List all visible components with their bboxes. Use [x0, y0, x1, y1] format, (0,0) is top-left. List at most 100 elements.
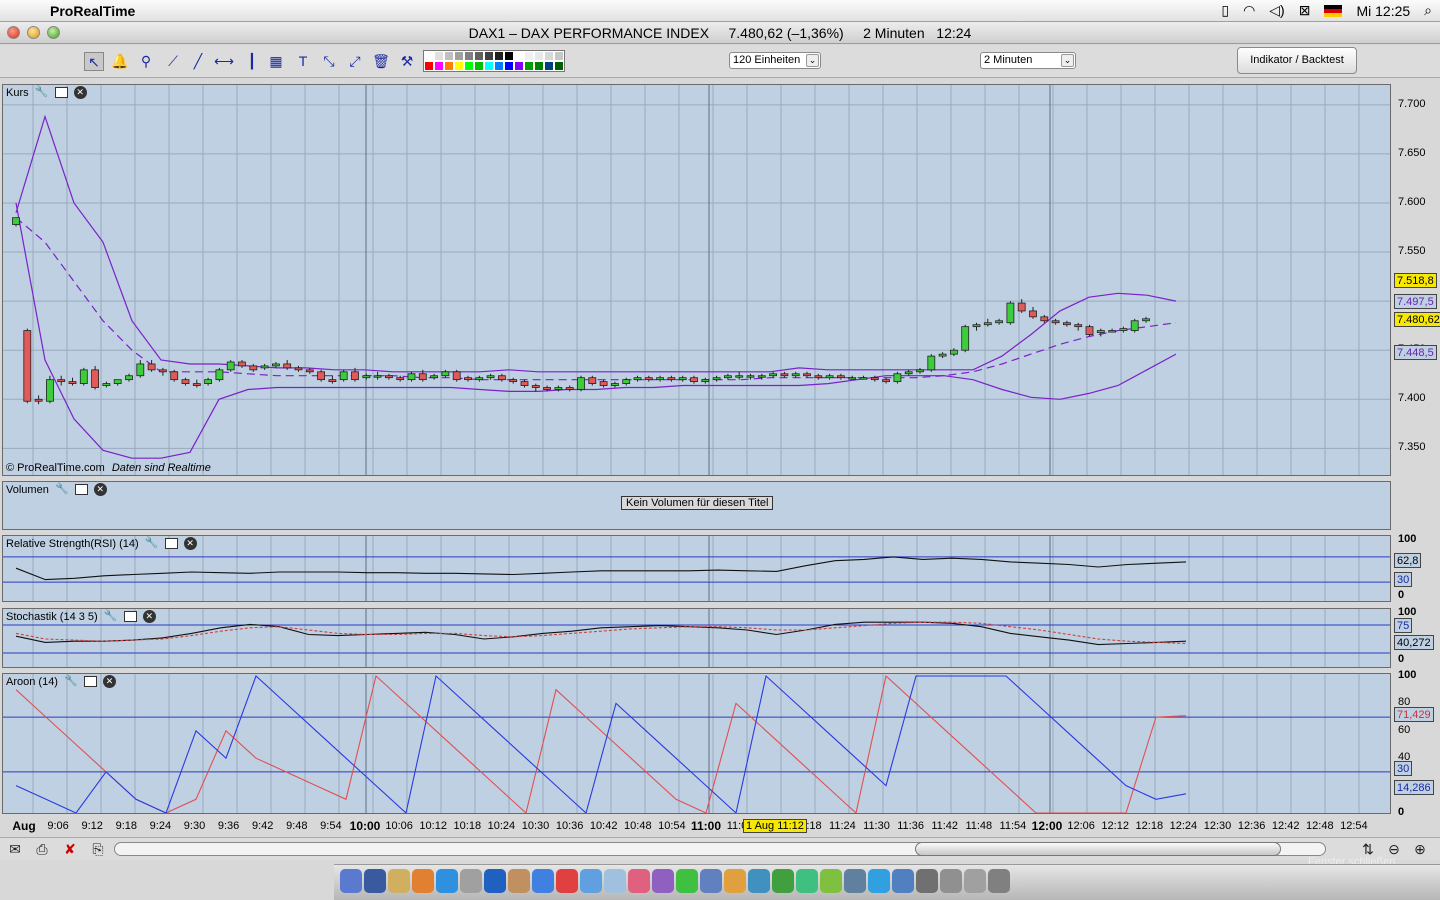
palette-swatch[interactable] [424, 61, 434, 71]
dock-app-icon[interactable] [436, 869, 458, 893]
keyboard-icon[interactable]: ⊠ [1299, 2, 1311, 19]
dock-app-icon[interactable] [868, 869, 890, 893]
palette-swatch[interactable] [514, 61, 524, 71]
volume-panel[interactable]: Volumen 🔧 ✕ Kein Volumen für diesen Tite… [2, 481, 1391, 530]
dock-app-icon[interactable] [628, 869, 650, 893]
dock-app-icon[interactable] [556, 869, 578, 893]
alarm-tool-icon[interactable]: 🔔 [110, 52, 130, 71]
aroon-panel[interactable]: Aroon (14) 🔧 ✕ [2, 673, 1391, 814]
palette-swatch[interactable] [464, 61, 474, 71]
dock-app-icon[interactable] [988, 869, 1010, 893]
dock-app-icon[interactable] [964, 869, 986, 893]
dock-app-icon[interactable] [724, 869, 746, 893]
wrench-icon[interactable]: 🔧 [35, 86, 49, 99]
spotlight-icon[interactable]: ⌕ [1424, 2, 1432, 19]
rsi-panel[interactable]: Relative Strength(RSI) (14) 🔧 ✕ [2, 535, 1391, 602]
dock-app-icon[interactable] [820, 869, 842, 893]
flag-icon[interactable] [1324, 4, 1343, 17]
price-chart[interactable] [3, 85, 1391, 476]
segment-tool-icon[interactable]: ⟋ [163, 52, 183, 71]
palette-swatch[interactable] [484, 61, 494, 71]
wifi-icon[interactable]: ◠ [1243, 2, 1255, 19]
dock-app-icon[interactable] [892, 869, 914, 893]
projection-tool-icon[interactable]: ⤢ [345, 52, 365, 71]
channel-tool-icon[interactable]: ▦ [266, 52, 286, 71]
tools-icon[interactable]: ⚒ [397, 52, 417, 71]
palette-swatch[interactable] [514, 51, 524, 61]
window-icon[interactable] [164, 538, 178, 549]
zoom-in-icon[interactable]: ⊕ [1410, 840, 1430, 859]
close-icon[interactable]: ✕ [102, 675, 116, 688]
window-icon[interactable] [83, 676, 97, 687]
palette-swatch[interactable] [474, 61, 484, 71]
palette-swatch[interactable] [444, 61, 454, 71]
palette-swatch[interactable] [534, 51, 544, 61]
palette-swatch[interactable] [554, 61, 564, 71]
stochastic-chart[interactable] [3, 609, 1391, 668]
mail-icon[interactable]: ✉ [5, 840, 25, 859]
pointer-tool-icon[interactable]: ↖ [84, 52, 104, 71]
fibonacci-tool-icon[interactable]: ⤡ [319, 52, 339, 71]
close-icon[interactable]: ✕ [142, 610, 156, 623]
palette-swatch[interactable] [424, 51, 434, 61]
palette-swatch[interactable] [494, 51, 504, 61]
dock-app-icon[interactable] [940, 869, 962, 893]
dock-app-icon[interactable] [772, 869, 794, 893]
palette-swatch[interactable] [474, 51, 484, 61]
palette-swatch[interactable] [544, 61, 554, 71]
palette-swatch[interactable] [434, 51, 444, 61]
print-icon[interactable]: ⎙ [32, 840, 52, 859]
close-icon[interactable]: ✕ [93, 483, 107, 496]
line-tool-icon[interactable]: ╱ [188, 52, 208, 71]
wrench-icon[interactable]: 🔧 [104, 610, 118, 623]
dock-app-icon[interactable] [484, 869, 506, 893]
dock-app-icon[interactable] [796, 869, 818, 893]
dock-app-icon[interactable] [580, 869, 602, 893]
close-icon[interactable]: ✕ [73, 86, 87, 99]
aroon-chart[interactable] [3, 674, 1391, 814]
time-axis[interactable]: Aug 9:06 9:12 9:18 9:24 9:30 9:36 9:42 9:48 9:54 1… [0, 815, 1440, 837]
indicator-backtest-button[interactable]: Indikator / Backtest [1237, 47, 1357, 74]
volume-icon[interactable]: ◁) [1269, 2, 1284, 19]
price-panel[interactable]: Kurs 🔧 ✕ © ProRealTime.com Daten sind Re… [2, 84, 1391, 476]
dock-app-icon[interactable] [652, 869, 674, 893]
dock-app-icon[interactable] [340, 869, 362, 893]
window-icon[interactable] [54, 87, 68, 98]
app-name[interactable]: ProRealTime [50, 3, 135, 19]
stochastic-panel[interactable]: Stochastik (14 3 5) 🔧 ✕ [2, 608, 1391, 668]
dock-app-icon[interactable] [604, 869, 626, 893]
palette-swatch[interactable] [494, 61, 504, 71]
dock-app-icon[interactable] [460, 869, 482, 893]
palette-swatch[interactable] [504, 51, 514, 61]
dock-app-icon[interactable] [676, 869, 698, 893]
window-icon[interactable] [123, 611, 137, 622]
units-select[interactable]: 120 Einheiten ⌄ [729, 52, 821, 69]
color-palette[interactable] [423, 50, 565, 72]
palette-swatch[interactable] [554, 51, 564, 61]
palette-swatch[interactable] [534, 61, 544, 71]
dock-app-icon[interactable] [532, 869, 554, 893]
palette-swatch[interactable] [454, 61, 464, 71]
window-icon[interactable] [74, 484, 88, 495]
palette-swatch[interactable] [464, 51, 474, 61]
trash-icon[interactable]: 🗑 [371, 52, 391, 71]
dock-app-icon[interactable] [364, 869, 386, 893]
palette-swatch[interactable] [524, 51, 534, 61]
text-tool-icon[interactable]: T [293, 52, 313, 71]
dock-app-icon[interactable] [748, 869, 770, 893]
dock-app-icon[interactable] [388, 869, 410, 893]
vertical-line-tool-icon[interactable]: ┃ [242, 52, 262, 71]
delete-icon[interactable]: ✘ [60, 840, 80, 859]
dock-app-icon[interactable] [412, 869, 434, 893]
horizontal-line-tool-icon[interactable]: ⟷ [214, 52, 234, 71]
dock-app-icon[interactable] [508, 869, 530, 893]
palette-swatch[interactable] [524, 61, 534, 71]
scrollbar-thumb[interactable] [915, 842, 1281, 856]
dock-app-icon[interactable] [916, 869, 938, 893]
clock[interactable]: Mi 12:25 [1356, 3, 1410, 19]
zoom-tool-icon[interactable]: ⚲ [136, 52, 156, 71]
palette-swatch[interactable] [504, 61, 514, 71]
battery-icon[interactable]: ▯ [1221, 2, 1229, 19]
palette-swatch[interactable] [484, 51, 494, 61]
interval-select[interactable]: 2 Minuten ⌄ [980, 52, 1076, 69]
